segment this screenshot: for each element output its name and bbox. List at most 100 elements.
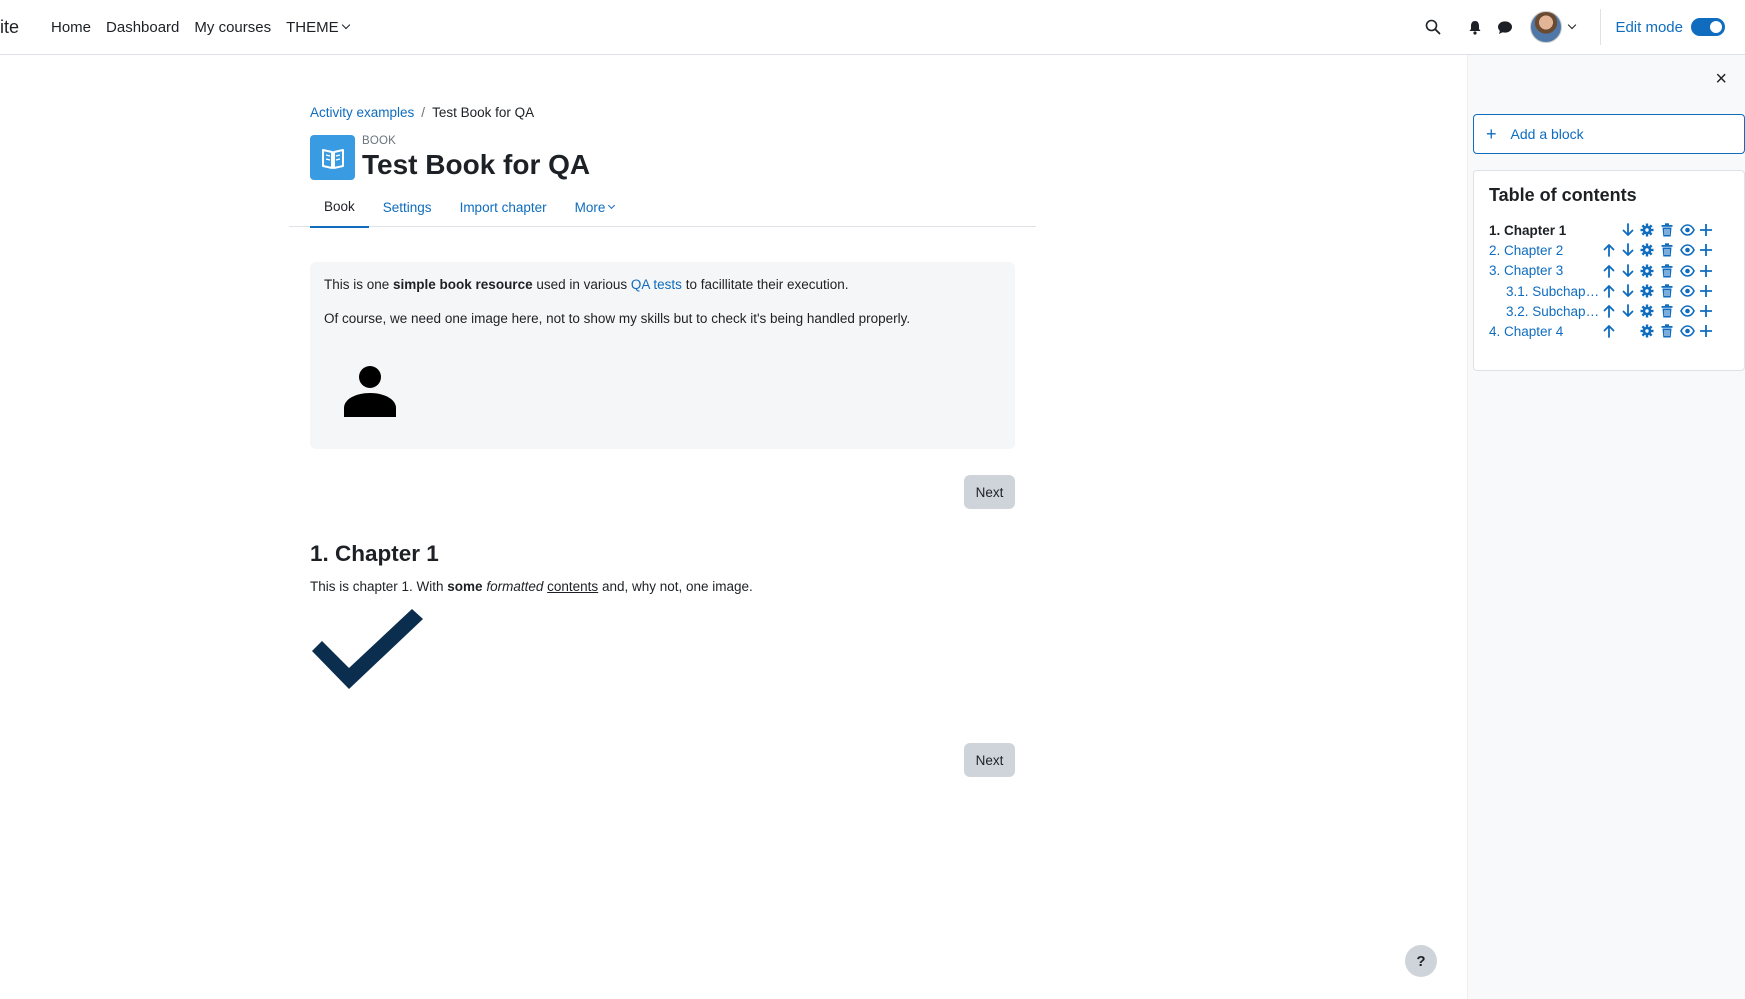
toc-item-label[interactable]: 4. Chapter 4 — [1489, 324, 1563, 339]
navbar-divider — [1600, 9, 1602, 45]
toc-item-actions — [1601, 240, 1731, 260]
toc-list: 1. Chapter 1 2. Chapter 2 3. Chapter 3 3.1.… — [1489, 220, 1729, 342]
hide-eye-icon[interactable] — [1679, 303, 1695, 319]
add-block-button[interactable]: + Add a block — [1473, 114, 1745, 154]
add-chapter-plus-icon[interactable] — [1698, 222, 1714, 238]
move-up-arrow-icon[interactable] — [1601, 283, 1617, 299]
edit-gear-icon[interactable] — [1639, 323, 1655, 339]
toc-item: 1. Chapter 1 — [1489, 220, 1729, 240]
move-down-arrow-icon[interactable] — [1620, 303, 1636, 319]
toc-item-actions — [1601, 301, 1731, 321]
toc-item-label[interactable]: 1. Chapter 1 — [1489, 223, 1566, 238]
toc-title: Table of contents — [1489, 185, 1637, 205]
secondary-navigation-tabs: Book Settings Import chapter More — [289, 187, 1036, 228]
add-chapter-plus-icon[interactable] — [1698, 303, 1714, 319]
tab-book[interactable]: Book — [310, 187, 369, 228]
tab-import-chapter[interactable]: Import chapter — [446, 187, 561, 227]
breadcrumb: Activity examples / Test Book for QA — [310, 105, 534, 120]
hide-eye-icon[interactable] — [1679, 222, 1695, 238]
move-up-arrow-icon[interactable] — [1601, 303, 1617, 319]
primary-navigation: Home Dashboard My courses THEME — [51, 0, 356, 54]
toc-item-label[interactable]: 3. Chapter 3 — [1489, 263, 1563, 278]
chapter-title: 1. Chapter 1 — [310, 541, 439, 566]
delete-trash-icon[interactable] — [1659, 323, 1675, 339]
add-chapter-plus-icon[interactable] — [1698, 323, 1714, 339]
toc-item-label[interactable]: 3.1. Subchap… — [1489, 284, 1601, 299]
add-chapter-plus-icon[interactable] — [1698, 263, 1714, 279]
person-image — [342, 364, 398, 426]
table-of-contents-block: Table of contents 1. Chapter 1 2. Chapter… — [1473, 170, 1745, 371]
edit-gear-icon[interactable] — [1639, 263, 1655, 279]
edit-gear-icon[interactable] — [1639, 222, 1655, 238]
edit-gear-icon[interactable] — [1639, 283, 1655, 299]
add-chapter-plus-icon[interactable] — [1698, 283, 1714, 299]
tab-settings[interactable]: Settings — [369, 187, 446, 227]
toc-item-label[interactable]: 2. Chapter 2 — [1489, 243, 1563, 258]
edit-mode-label: Edit mode — [1615, 18, 1683, 36]
chevron-down-icon — [608, 201, 616, 210]
move-down-arrow-icon[interactable] — [1620, 222, 1636, 238]
hide-eye-icon[interactable] — [1679, 323, 1695, 339]
nav-dashboard[interactable]: Dashboard — [99, 19, 187, 36]
user-menu-chevron-icon[interactable] — [1562, 12, 1582, 42]
breadcrumb-current: Test Book for QA — [432, 105, 535, 120]
edit-gear-icon[interactable] — [1639, 303, 1655, 319]
delete-trash-icon[interactable] — [1659, 263, 1675, 279]
nav-my-courses[interactable]: My courses — [187, 19, 279, 36]
qa-tests-link[interactable]: QA tests — [631, 277, 682, 292]
edit-gear-icon[interactable] — [1639, 242, 1655, 258]
delete-trash-icon[interactable] — [1659, 222, 1675, 238]
delete-trash-icon[interactable] — [1659, 283, 1675, 299]
hide-eye-icon[interactable] — [1679, 242, 1695, 258]
add-block-label: Add a block — [1510, 126, 1584, 142]
nav-theme-dropdown[interactable]: THEME — [279, 19, 357, 36]
user-avatar[interactable] — [1530, 11, 1563, 43]
delete-trash-icon[interactable] — [1659, 303, 1675, 319]
notifications-bell-icon[interactable] — [1460, 12, 1490, 42]
toc-item: 3.2. Subchap… — [1489, 301, 1729, 321]
book-intro-box: This is one simple book resource used in… — [310, 262, 1015, 449]
next-button-top[interactable]: Next — [964, 475, 1015, 509]
toc-item-actions — [1601, 220, 1731, 240]
move-down-arrow-icon[interactable] — [1620, 283, 1636, 299]
page-title: Test Book for QA — [362, 149, 591, 180]
toc-item-label[interactable]: 3.2. Subchap… — [1489, 304, 1601, 319]
toc-item: 3. Chapter 3 — [1489, 261, 1729, 281]
intro-paragraph-1: This is one simple book resource used in… — [324, 277, 849, 292]
next-button-bottom[interactable]: Next — [964, 743, 1015, 777]
search-icon[interactable] — [1418, 12, 1448, 42]
move-down-arrow-icon[interactable] — [1620, 263, 1636, 279]
nav-home[interactable]: Home — [51, 19, 99, 36]
messages-chat-icon[interactable] — [1490, 12, 1520, 42]
breadcrumb-link-activity-examples[interactable]: Activity examples — [310, 105, 414, 120]
blocks-drawer: × + Add a block Table of contents 1. Cha… — [1467, 55, 1745, 999]
checkmark-image — [310, 607, 425, 696]
main-content: Activity examples / Test Book for QA BOO… — [0, 55, 1467, 999]
breadcrumb-separator: / — [421, 105, 426, 120]
book-activity-icon — [310, 135, 355, 180]
edit-mode-switch[interactable]: Edit mode — [1615, 18, 1725, 36]
activity-type-label: BOOK — [362, 135, 397, 147]
move-up-arrow-icon[interactable] — [1601, 242, 1617, 258]
hide-eye-icon[interactable] — [1679, 263, 1695, 279]
hide-eye-icon[interactable] — [1679, 283, 1695, 299]
toc-item-actions — [1601, 281, 1731, 301]
delete-trash-icon[interactable] — [1659, 242, 1675, 258]
edit-mode-toggle[interactable] — [1691, 18, 1725, 36]
toc-item: 2. Chapter 2 — [1489, 240, 1729, 260]
tab-more-dropdown[interactable]: More — [561, 187, 629, 227]
move-up-arrow-icon[interactable] — [1601, 323, 1617, 339]
move-down-arrow-icon[interactable] — [1620, 242, 1636, 258]
intro-paragraph-2: Of course, we need one image here, not t… — [324, 310, 911, 326]
move-up-arrow-icon[interactable] — [1601, 263, 1617, 279]
add-chapter-plus-icon[interactable] — [1698, 242, 1714, 258]
help-button[interactable]: ? — [1405, 945, 1437, 977]
toc-item-actions — [1601, 321, 1731, 341]
top-navbar: ite Home Dashboard My courses THEME Edit… — [0, 0, 1745, 55]
navbar-user-area: Edit mode — [1418, 0, 1745, 54]
close-drawer-icon[interactable]: × — [1715, 69, 1727, 89]
nav-theme-label: THEME — [286, 18, 339, 36]
site-name[interactable]: ite — [0, 17, 19, 38]
toc-item: 4. Chapter 4 — [1489, 321, 1729, 341]
toc-item: 3.1. Subchap… — [1489, 281, 1729, 301]
